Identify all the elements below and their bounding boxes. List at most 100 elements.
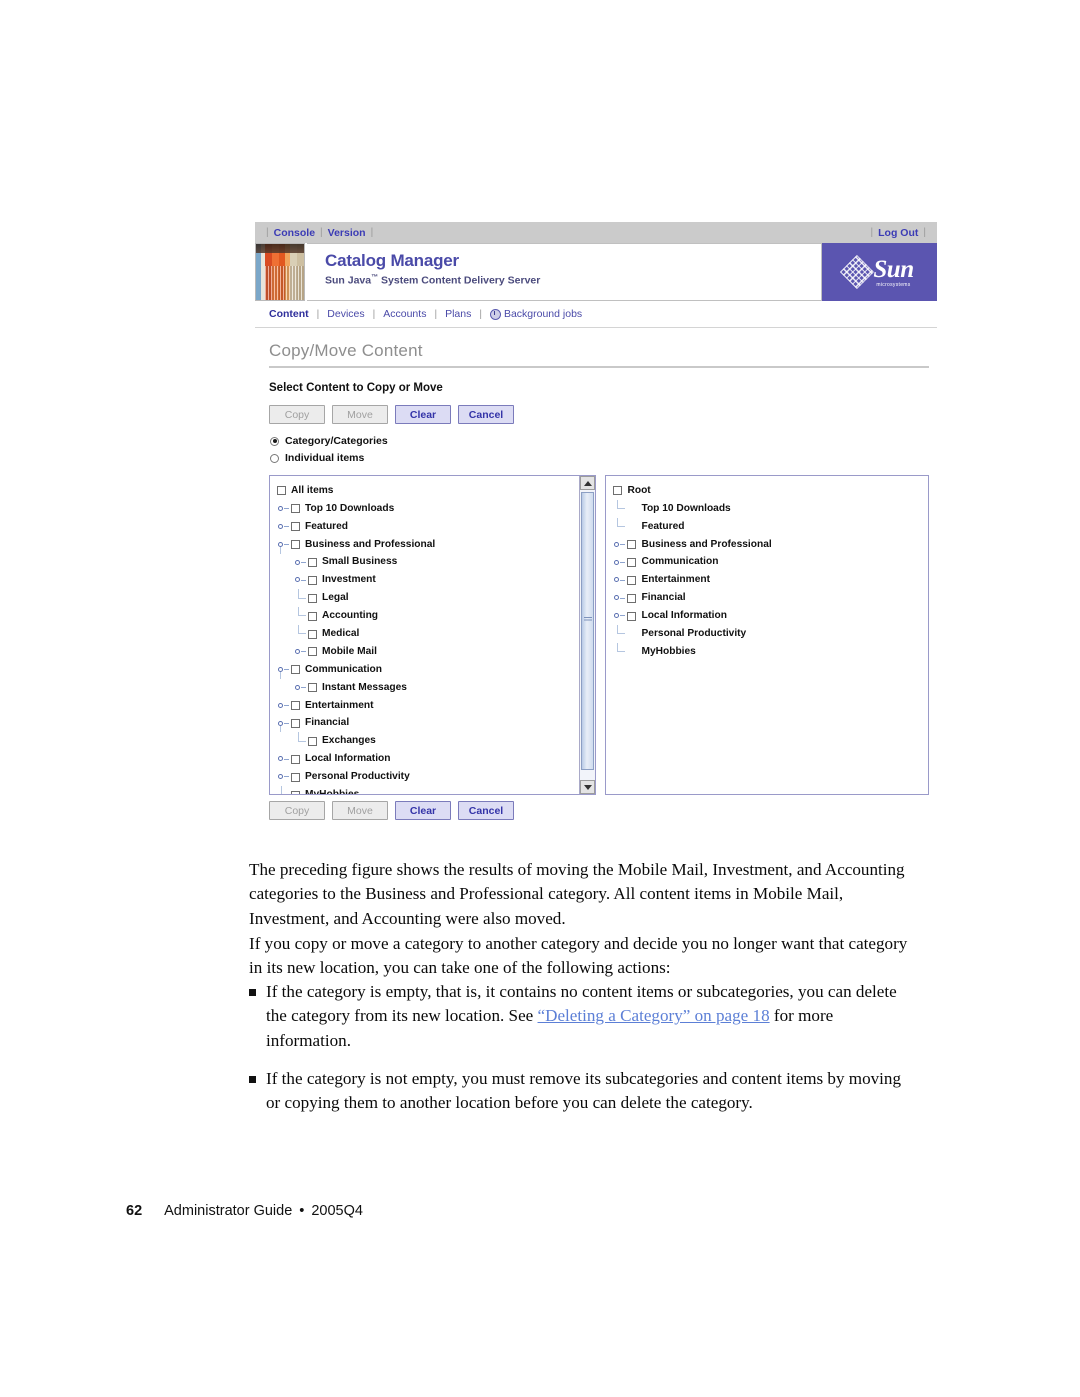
tree-node[interactable]: Business and Professional [277,536,579,554]
expand-toggle-icon[interactable] [277,518,291,536]
clear-button-bottom[interactable]: Clear [395,801,451,820]
scroll-up-button[interactable] [580,476,596,490]
tree-node-checkbox[interactable] [291,522,300,532]
copy-button-bottom[interactable]: Copy [269,801,325,820]
expand-toggle-icon[interactable] [613,607,627,625]
expand-toggle-icon[interactable] [277,750,291,768]
tree-node-checkbox[interactable] [308,593,317,603]
destination-tree[interactable]: Root Top 10 Downloads Featured Business and… [606,476,928,661]
tree-node[interactable]: Top 10 Downloads [277,500,579,518]
tree-node-checkbox[interactable] [627,575,637,585]
cross-reference-link[interactable]: “Deleting a Category” on page 18 [538,1006,770,1025]
expand-toggle-icon[interactable] [277,768,291,786]
tree-node-checkbox[interactable] [613,486,623,496]
tree-node-checkbox[interactable] [308,611,317,621]
expand-toggle-icon[interactable] [277,500,291,518]
tree-node-checkbox[interactable] [291,665,300,675]
copy-button-top[interactable]: Copy [269,405,325,424]
tree-node[interactable]: Communication [277,661,579,679]
expand-toggle-icon[interactable] [613,536,627,554]
expand-toggle-icon[interactable] [294,554,308,572]
tree-node[interactable]: Mobile Mail [277,643,579,661]
scrollbar-thumb[interactable] [581,492,595,771]
tab-plans[interactable]: Plans [445,308,471,320]
tree-node-checkbox[interactable] [627,540,637,550]
collapse-toggle-icon[interactable] [277,715,291,733]
tree-node-checkbox[interactable] [291,719,300,729]
radio-icon-unselected[interactable] [270,453,279,463]
cancel-button-top[interactable]: Cancel [458,405,514,424]
tree-node-checkbox[interactable] [627,611,637,621]
clear-button-top[interactable]: Clear [395,405,451,424]
tree-node-checkbox[interactable] [627,558,637,567]
tree-node[interactable]: Instant Messages [277,679,579,697]
tree-node-checkbox[interactable] [308,575,317,585]
tree-node[interactable]: Communication [613,554,928,572]
expand-toggle-icon[interactable] [613,554,627,572]
version-link[interactable]: Version [328,227,366,239]
tree-node[interactable]: Medical [277,625,579,643]
tree-node-checkbox[interactable] [291,772,300,782]
tree-node-checkbox[interactable] [308,647,317,657]
tree-node[interactable]: MyHobbies [613,643,928,661]
tree-node[interactable]: All items [277,482,579,500]
tree-node-label: Top 10 Downloads [641,502,731,514]
tree-node-checkbox[interactable] [291,701,300,711]
tree-node-checkbox[interactable] [308,683,317,693]
tree-node[interactable]: Entertainment [277,697,579,715]
tree-node[interactable]: Featured [277,518,579,536]
tree-node[interactable]: Personal Productivity [277,768,579,786]
tree-node[interactable]: Financial [613,589,928,607]
expand-toggle-icon[interactable] [277,697,291,715]
tree-node-checkbox[interactable] [308,629,317,639]
tree-node-checkbox[interactable] [291,504,300,514]
log-out-link[interactable]: Log Out [878,227,918,239]
tree-node[interactable]: Local Information [613,607,928,625]
tree-node-checkbox[interactable] [627,593,637,603]
tree-node[interactable]: Top 10 Downloads [613,499,928,518]
move-button-bottom[interactable]: Move [332,801,388,820]
tree-node-checkbox[interactable] [291,754,300,764]
tree-node[interactable]: Legal [277,589,579,607]
tree-node[interactable]: Entertainment [613,571,928,589]
tree-node-checkbox[interactable] [291,790,300,794]
tree-node[interactable]: Featured [613,517,928,536]
tab-accounts[interactable]: Accounts [383,308,426,320]
radio-icon-selected[interactable] [270,436,279,446]
console-link[interactable]: Console [274,227,315,239]
tree-node-checkbox[interactable] [308,558,317,567]
tree-node[interactable]: Local Information [277,750,579,768]
tree-node[interactable]: MyHobbies [277,786,579,794]
cancel-button-bottom[interactable]: Cancel [458,801,514,820]
tab-devices[interactable]: Devices [327,308,364,320]
tree-node-label: Featured [641,520,685,532]
radio-individual-items[interactable]: Individual items [255,452,937,464]
tree-node[interactable]: Small Business [277,554,579,572]
collapse-toggle-icon[interactable] [277,661,291,679]
section-title: Select Content to Copy or Move [269,382,443,394]
source-tree[interactable]: All items Top 10 Downloads Featured Busines… [270,476,579,794]
tree-node[interactable]: Exchanges [277,732,579,750]
scrollbar-track[interactable] [580,490,596,780]
tab-content[interactable]: Content [269,308,309,320]
tree-node-checkbox[interactable] [291,540,300,550]
tree-node[interactable]: Accounting [277,607,579,625]
scroll-down-button[interactable] [580,780,596,794]
tree-node[interactable]: Investment [277,571,579,589]
expand-toggle-icon[interactable] [294,571,308,589]
tree-node[interactable]: Financial [277,715,579,733]
tree-node[interactable]: Personal Productivity [613,625,928,643]
expand-toggle-icon[interactable] [294,679,308,697]
collapse-toggle-icon[interactable] [277,536,291,554]
tree-node[interactable]: Business and Professional [613,536,928,554]
tab-background-jobs[interactable]: Background jobs [504,308,582,320]
tree-node-checkbox[interactable] [308,736,317,746]
expand-toggle-icon[interactable] [613,571,627,589]
tree-node[interactable]: Root [613,482,928,500]
move-button-top[interactable]: Move [332,405,388,424]
tree-node-checkbox[interactable] [277,486,286,496]
source-tree-scrollbar[interactable] [579,476,596,794]
expand-toggle-icon[interactable] [294,643,308,661]
radio-category-categories[interactable]: Category/Categories [255,435,937,447]
expand-toggle-icon[interactable] [613,589,627,607]
